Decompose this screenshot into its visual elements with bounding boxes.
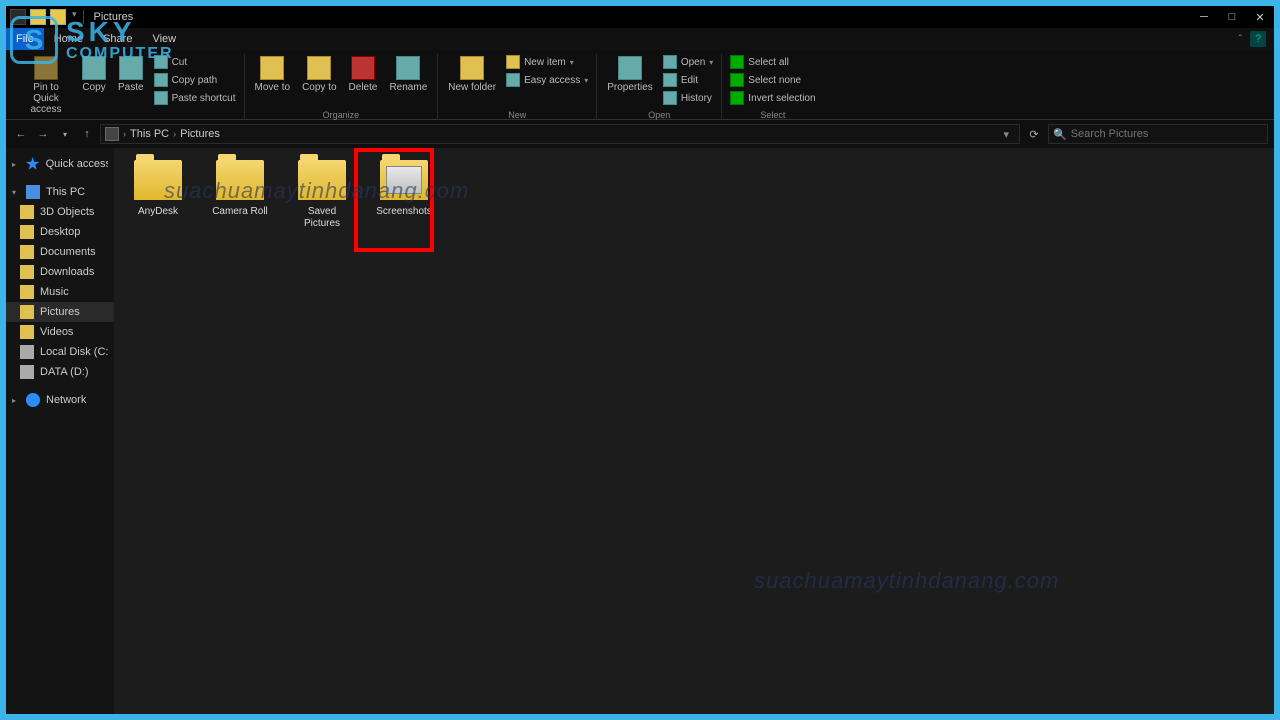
navigation-pane: ▸Quick access ▾This PC 3D Objects Deskto… (6, 148, 114, 714)
pc-icon (105, 127, 119, 141)
select-none-button[interactable]: Select none (728, 72, 817, 88)
delete-button[interactable]: Delete (345, 54, 382, 95)
sidebar-item-music[interactable]: Music (6, 282, 114, 302)
open-button[interactable]: Open▾ (661, 54, 715, 70)
sidebar-item-desktop[interactable]: Desktop (6, 222, 114, 242)
watermark-url: suachuamaytinhdanang.com (164, 178, 469, 204)
invert-selection-button[interactable]: Invert selection (728, 90, 817, 106)
help-icon[interactable]: ? (1250, 31, 1266, 47)
copy-path-button[interactable]: Copy path (152, 72, 238, 88)
history-button[interactable]: History (661, 90, 715, 106)
sidebar-item-downloads[interactable]: Downloads (6, 262, 114, 282)
sidebar-this-pc[interactable]: ▾This PC (6, 182, 114, 202)
back-button[interactable]: ← (12, 125, 30, 143)
recent-locations-button[interactable]: ▾ (56, 125, 74, 143)
search-box[interactable]: 🔍 (1048, 124, 1268, 144)
sidebar-quick-access[interactable]: ▸Quick access (6, 154, 114, 174)
new-folder-button[interactable]: New folder (444, 54, 500, 95)
new-group: New folder New item▾ Easy access▾ New (438, 54, 597, 120)
content-area[interactable]: AnyDesk Camera Roll Saved Pictures Scree… (114, 148, 1274, 714)
file-explorer-window: ▾ Pictures ─ □ ✕ File Home Share View ˆ … (6, 6, 1274, 714)
select-group: Select all Select none Invert selection … (722, 54, 823, 120)
sidebar-network[interactable]: ▸Network (6, 390, 114, 410)
sidebar-item-3d-objects[interactable]: 3D Objects (6, 202, 114, 222)
sidebar-item-videos[interactable]: Videos (6, 322, 114, 342)
watermark-line1: SKY (66, 18, 174, 46)
search-input[interactable] (1071, 128, 1263, 140)
paste-shortcut-button[interactable]: Paste shortcut (152, 90, 238, 106)
sidebar-item-documents[interactable]: Documents (6, 242, 114, 262)
ribbon: Pin to Quick access Copy Paste Cut Copy … (6, 50, 1274, 120)
up-button[interactable]: ↑ (78, 125, 96, 143)
sidebar-item-pictures[interactable]: Pictures (6, 302, 114, 322)
breadcrumb-pictures[interactable]: Pictures (180, 128, 220, 140)
sidebar-item-local-disk-c[interactable]: Local Disk (C:) (6, 342, 114, 362)
ribbon-tabs: File Home Share View ˆ ? (6, 28, 1274, 50)
breadcrumb-thispc[interactable]: This PC (130, 128, 169, 140)
open-group: Properties Open▾ Edit History Open (597, 54, 722, 120)
watermark-logo: S SKY COMPUTER (10, 16, 174, 64)
search-icon: 🔍 (1053, 128, 1067, 141)
select-all-button[interactable]: Select all (728, 54, 817, 70)
sidebar-item-data-d[interactable]: DATA (D:) (6, 362, 114, 382)
properties-button[interactable]: Properties (603, 54, 657, 95)
copy-to-button[interactable]: Copy to (298, 54, 340, 95)
close-button[interactable]: ✕ (1246, 6, 1274, 28)
watermark-url-2: suachuamaytinhdanang.com (754, 568, 1059, 594)
refresh-button[interactable]: ⟳ (1024, 124, 1044, 144)
chevron-right-icon[interactable]: › (173, 129, 176, 139)
window-controls: ─ □ ✕ (1190, 6, 1274, 28)
easy-access-button[interactable]: Easy access▾ (504, 72, 590, 88)
move-to-button[interactable]: Move to (251, 54, 295, 95)
breadcrumb[interactable]: › This PC › Pictures ▾ (100, 124, 1020, 144)
forward-button[interactable]: → (34, 125, 52, 143)
minimize-button[interactable]: ─ (1190, 6, 1218, 28)
collapse-ribbon-icon[interactable]: ˆ (1239, 34, 1242, 45)
rename-button[interactable]: Rename (385, 54, 431, 95)
chevron-right-icon[interactable]: › (123, 129, 126, 139)
explorer-body: ▸Quick access ▾This PC 3D Objects Deskto… (6, 148, 1274, 714)
edit-button[interactable]: Edit (661, 72, 715, 88)
organize-group: Move to Copy to Delete Rename Organize (245, 54, 439, 120)
address-bar-row: ← → ▾ ↑ › This PC › Pictures ▾ ⟳ 🔍 (6, 120, 1274, 148)
logo-icon: S (10, 16, 58, 64)
title-bar: ▾ Pictures ─ □ ✕ (6, 6, 1274, 28)
watermark-line2: COMPUTER (66, 46, 174, 62)
new-item-button[interactable]: New item▾ (504, 54, 590, 70)
address-dropdown-icon[interactable]: ▾ (997, 128, 1015, 141)
maximize-button[interactable]: □ (1218, 6, 1246, 28)
